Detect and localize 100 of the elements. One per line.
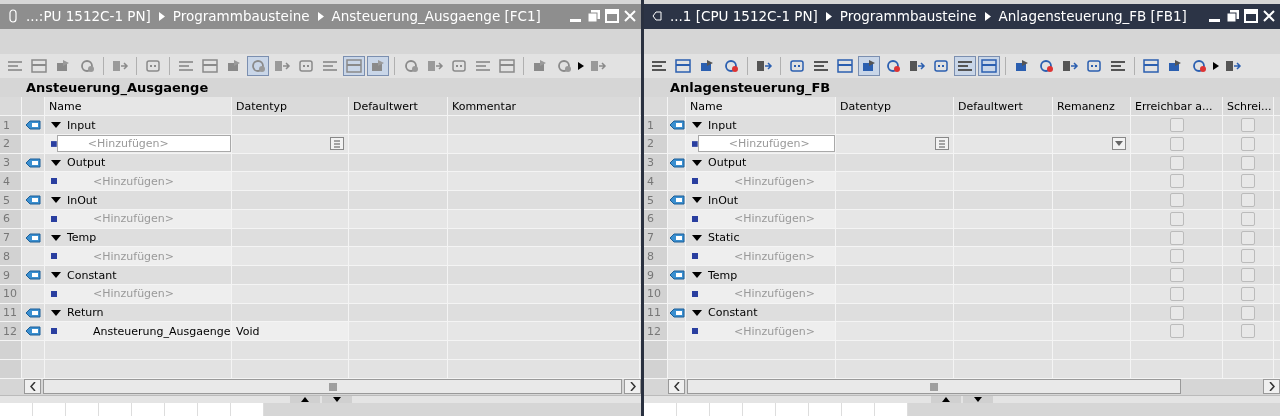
bottom-tab[interactable] (99, 403, 132, 416)
checkbox[interactable] (1169, 193, 1184, 208)
expand-up-button[interactable] (289, 395, 320, 403)
expand-caret-icon[interactable] (692, 271, 702, 280)
checkbox[interactable] (1241, 305, 1255, 320)
interface-tag-icon (25, 306, 41, 319)
bottom-tab[interactable] (231, 403, 264, 416)
expand-up-button[interactable] (931, 395, 961, 403)
toolbar-button[interactable] (978, 56, 1000, 77)
scrollbar-thumb[interactable] (43, 379, 622, 395)
expand-caret-icon[interactable] (692, 121, 702, 130)
expand-caret-icon[interactable] (692, 158, 702, 167)
breadcrumb-item[interactable]: Programmbausteine (839, 8, 977, 25)
checkbox[interactable] (1241, 193, 1255, 208)
toolbar-button[interactable] (247, 56, 269, 77)
expand-caret-icon[interactable] (51, 121, 61, 130)
bottom-tab[interactable] (644, 403, 677, 416)
bottom-tab[interactable] (677, 403, 710, 416)
table-row[interactable]: 1 Input (644, 116, 1280, 135)
table-row[interactable]: 5 InOut (644, 191, 1280, 210)
table-row[interactable]: 5 InOut (0, 191, 641, 210)
expand-caret-icon[interactable] (51, 158, 61, 167)
bottom-tab[interactable] (842, 403, 875, 416)
scrollbar-thumb[interactable] (687, 379, 1181, 395)
checkbox[interactable] (1241, 118, 1255, 133)
bottom-tab[interactable] (198, 403, 231, 416)
checkbox[interactable] (1241, 230, 1255, 245)
bottom-tab[interactable] (132, 403, 165, 416)
toolbar-button[interactable] (367, 56, 389, 77)
expand-caret-icon[interactable] (51, 308, 61, 317)
checkbox[interactable] (1169, 249, 1184, 264)
table-row[interactable]: 9 Constant (0, 266, 641, 285)
bottom-tab[interactable] (0, 403, 33, 416)
column-header[interactable]: Datentyp (232, 97, 349, 116)
column-header[interactable]: Schrei... (1223, 97, 1274, 116)
scroll-right-button[interactable] (1263, 379, 1280, 395)
checkbox[interactable] (1241, 268, 1255, 283)
toolbar-button[interactable] (343, 56, 365, 77)
toolbar-button[interactable] (858, 56, 880, 77)
checkbox[interactable] (1241, 211, 1255, 226)
maximize-icon[interactable] (1244, 9, 1258, 24)
checkbox[interactable] (1241, 249, 1255, 264)
more-tools-icon[interactable] (1212, 61, 1220, 72)
bottom-tab[interactable] (33, 403, 66, 416)
toolbar-button[interactable] (954, 56, 976, 77)
bottom-tab[interactable] (875, 403, 908, 416)
checkbox[interactable] (1241, 136, 1255, 151)
column-header[interactable]: Name (45, 97, 232, 116)
table-row[interactable]: 1 Input (0, 116, 641, 135)
checkbox[interactable] (1169, 268, 1184, 283)
type-picker-button[interactable] (935, 137, 949, 151)
column-header[interactable]: Defaultwert (349, 97, 448, 116)
bottom-tab[interactable] (776, 403, 809, 416)
column-header[interactable]: Erreichbar a... (1131, 97, 1223, 116)
bottom-tab[interactable] (710, 403, 743, 416)
bottom-tab[interactable] (743, 403, 776, 416)
checkbox[interactable] (1169, 324, 1184, 339)
checkbox[interactable] (1241, 324, 1255, 339)
expand-caret-icon[interactable] (51, 271, 61, 280)
checkbox[interactable] (1241, 155, 1255, 170)
bottom-tab[interactable] (809, 403, 842, 416)
checkbox[interactable] (1241, 286, 1255, 301)
breadcrumb-item[interactable]: Anlagensteuerung_FB [FB1] (998, 8, 1187, 25)
bottom-tab[interactable] (66, 403, 99, 416)
expand-caret-icon[interactable] (51, 233, 61, 242)
type-picker-button[interactable] (330, 137, 344, 151)
column-header[interactable]: Name (686, 97, 836, 116)
scroll-right-button[interactable] (624, 379, 641, 395)
expand-caret-icon[interactable] (692, 308, 702, 317)
close-icon[interactable] (1262, 9, 1276, 24)
expand-caret-icon[interactable] (51, 196, 61, 205)
expand-caret-icon[interactable] (692, 233, 702, 242)
scroll-left-button[interactable] (668, 379, 685, 395)
checkbox[interactable] (1169, 136, 1184, 151)
bottom-tab[interactable] (165, 403, 198, 416)
more-tools-icon[interactable] (577, 61, 585, 72)
breadcrumb-item[interactable]: ...1 [CPU 1512C-1 PN] (670, 8, 818, 25)
checkbox[interactable] (1169, 286, 1184, 301)
expand-caret-icon[interactable] (692, 196, 702, 205)
dropdown-button[interactable] (1112, 137, 1126, 151)
checkbox[interactable] (1169, 118, 1184, 133)
checkbox[interactable] (1169, 305, 1184, 320)
column-header[interactable]: Datentyp (836, 97, 954, 116)
collapse-down-button[interactable] (321, 395, 352, 403)
pin-icon[interactable] (8, 9, 18, 24)
checkbox[interactable] (1169, 230, 1184, 245)
checkbox[interactable] (1169, 155, 1184, 170)
member-bullet-icon (51, 328, 57, 335)
column-header[interactable]: Defaultwert (954, 97, 1053, 116)
collapse-down-button[interactable] (963, 395, 993, 403)
checkbox[interactable] (1241, 174, 1255, 189)
column-header[interactable]: Kommentar (448, 97, 640, 116)
scroll-left-button[interactable] (24, 379, 41, 395)
checkbox[interactable] (1169, 174, 1184, 189)
tab-icon[interactable] (652, 9, 662, 24)
checkbox[interactable] (1169, 211, 1184, 226)
restore-icon[interactable] (1226, 9, 1240, 24)
table-row[interactable]: 12 Ansteuerung_Ausgaenge Void (0, 322, 641, 342)
column-header[interactable]: Remanenz (1053, 97, 1131, 116)
table-row[interactable]: 9 Temp (644, 266, 1280, 285)
